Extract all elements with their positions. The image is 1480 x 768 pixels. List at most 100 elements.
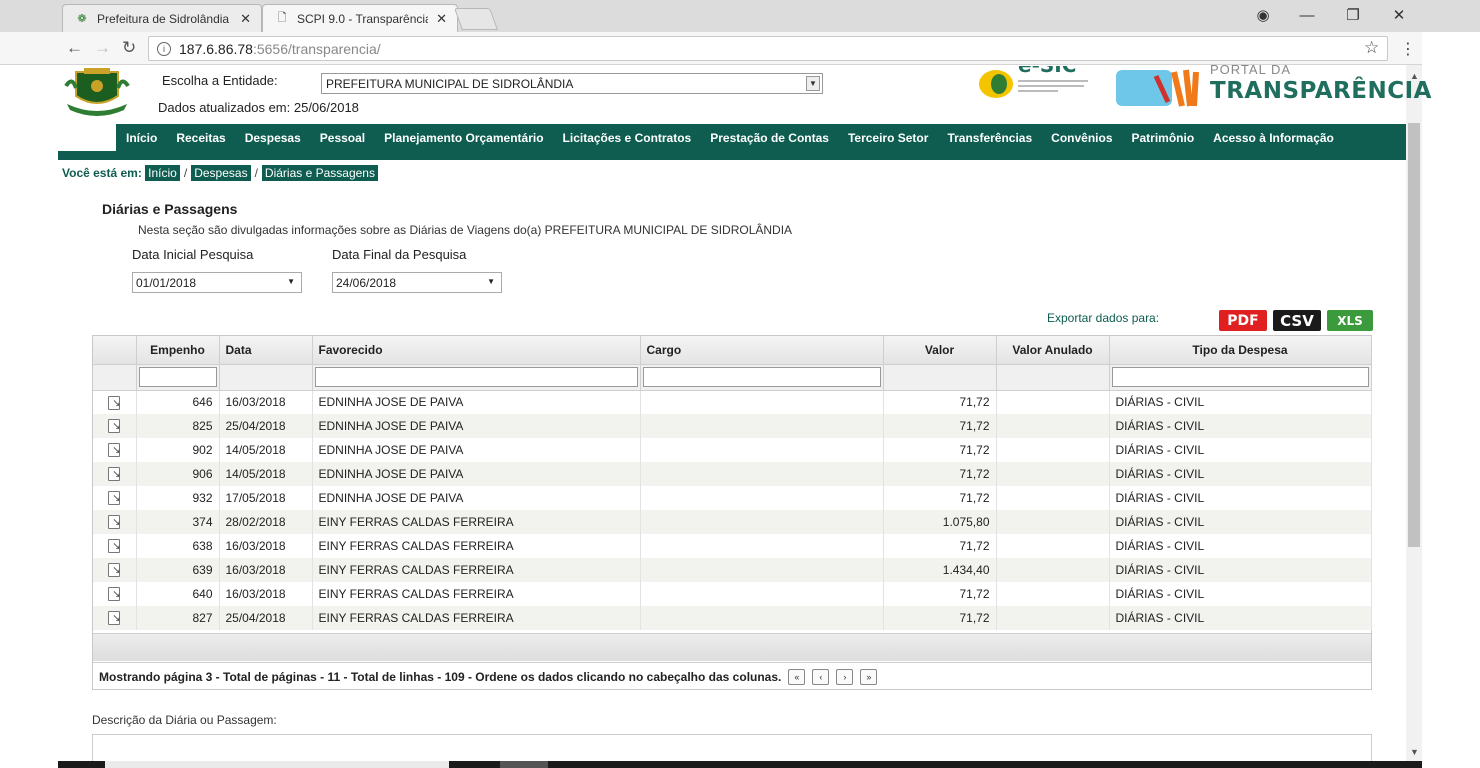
view-detail-icon[interactable] [108,515,121,530]
filter-empenho-input[interactable] [138,367,217,387]
cell-favorecido: EINY FERRAS CALDAS FERREIRA [312,606,641,630]
column-header-tipo-despesa[interactable]: Tipo da Despesa [1109,336,1372,365]
breadcrumb: Você está em: Início / Despesas / Diária… [62,165,378,181]
row-detail-cell [93,582,137,606]
table-row[interactable]: 93217/05/2018EDNINHA JOSE DE PAIVA 71,72 D… [93,486,1372,510]
taskbar-app-button[interactable] [500,761,548,768]
table-row[interactable]: 64016/03/2018EINY FERRAS CALDAS FERREIRA… [93,582,1372,606]
cell-valor: 71,72 [883,486,997,510]
breadcrumb-despesas[interactable]: Despesas [191,165,251,181]
row-detail-cell [93,414,137,438]
menu-item-inicio[interactable]: Início [126,131,157,145]
table-header-row: Empenho Data Favorecido Cargo Valor Valo… [93,336,1372,365]
menu-item-transferencias[interactable]: Transferências [947,131,1032,145]
taskbar-search-box[interactable] [105,761,449,768]
cell-data: 16/03/2018 [219,582,313,606]
tab-close-icon[interactable]: ✕ [436,11,447,27]
column-header-valor[interactable]: Valor [883,336,997,365]
url-path: /transparencia/ [288,40,381,57]
browser-tab-scpi[interactable]: 🗋 SCPI 9.0 - Transparência ✕ [262,4,458,32]
filter-cargo-input[interactable] [642,367,881,387]
minimize-button[interactable]: — [1284,0,1330,30]
column-header-cargo[interactable]: Cargo [640,336,884,365]
table-row[interactable]: 82725/04/2018EINY FERRAS CALDAS FERREIRA… [93,606,1372,630]
filter-favorecido-input[interactable] [314,367,638,387]
entity-select[interactable]: PREFEITURA MUNICIPAL DE SIDROLÂNDIA ▼ [321,73,823,94]
account-icon[interactable]: ◉ [1240,0,1286,30]
close-window-button[interactable]: ✕ [1376,0,1422,30]
cell-valor: 1.434,40 [883,558,997,582]
back-arrow-icon[interactable]: ← [66,38,83,58]
view-detail-icon[interactable] [108,563,121,578]
menu-item-convenios[interactable]: Convênios [1051,131,1112,145]
menu-item-licitacoes[interactable]: Licitações e Contratos [563,131,692,145]
portal-transparencia-logo[interactable]: PORTAL DA TRANSPARÊNCIA [1116,62,1431,108]
menu-kebab-icon[interactable]: ⋮ [1400,39,1416,59]
forward-arrow-icon[interactable]: → [94,38,111,58]
scrollbar-thumb[interactable] [1408,123,1420,547]
restore-button[interactable]: ❐ [1330,0,1376,30]
table-row[interactable]: 82525/04/2018EDNINHA JOSE DE PAIVA 71,72 D… [93,414,1372,438]
breadcrumb-prefix: Você está em: [62,166,142,180]
column-header-valor-anulado[interactable]: Valor Anulado [996,336,1110,365]
menu-item-prestacao[interactable]: Prestação de Contas [710,131,829,145]
view-detail-icon[interactable] [108,443,121,458]
column-header-empenho[interactable]: Empenho [136,336,220,365]
menu-item-terceiro-setor[interactable]: Terceiro Setor [848,131,928,145]
cell-tipo-despesa: DIÁRIAS - CIVIL [1109,510,1372,534]
table-row[interactable]: 90214/05/2018EDNINHA JOSE DE PAIVA 71,72 D… [93,438,1372,462]
prev-page-button[interactable]: ‹ [812,668,830,685]
site-info-icon[interactable]: i [157,41,171,56]
menu-item-pessoal[interactable]: Pessoal [320,131,365,145]
table-row[interactable]: 64616/03/2018EDNINHA JOSE DE PAIVA 71,72 D… [93,390,1372,414]
reload-icon[interactable]: ↻ [122,38,136,58]
bookmark-star-icon[interactable]: ☆ [1364,38,1379,58]
table-row[interactable]: 63916/03/2018EINY FERRAS CALDAS FERREIRA… [93,558,1372,582]
view-detail-icon[interactable] [108,587,121,602]
menu-item-planejamento[interactable]: Planejamento Orçamentário [384,131,543,145]
cell-valor-anulado [996,510,1110,534]
table-row[interactable]: 37428/02/2018EINY FERRAS CALDAS FERREIRA… [93,510,1372,534]
table-row[interactable]: 63816/03/2018EINY FERRAS CALDAS FERREIRA… [93,534,1372,558]
first-page-button[interactable]: « [788,668,806,685]
column-header-favorecido[interactable]: Favorecido [312,336,641,365]
browser-tab-prefeitura[interactable]: ❁ Prefeitura de Sidrolândia ✕ [62,4,262,32]
breadcrumb-inicio[interactable]: Início [145,165,180,181]
column-header-data[interactable]: Data [219,336,313,365]
scroll-down-icon[interactable]: ▼ [1410,747,1419,757]
breadcrumb-diarias[interactable]: Diárias e Passagens [261,165,378,181]
cell-empenho: 639 [136,558,220,582]
view-detail-icon[interactable] [108,491,121,506]
date-end-select[interactable]: 24/06/2018 ▼ [332,272,502,293]
cell-tipo-despesa: DIÁRIAS - CIVIL [1109,606,1372,630]
view-detail-icon[interactable] [108,611,121,626]
tab-close-icon[interactable]: ✕ [240,11,251,27]
url-input[interactable]: i 187.6.86.78:5656/transparencia/ [148,36,1388,61]
view-detail-icon[interactable] [108,419,121,434]
view-detail-icon[interactable] [108,539,121,554]
menu-item-acesso[interactable]: Acesso à Informação [1213,131,1334,145]
menu-item-despesas[interactable]: Despesas [245,131,301,145]
cell-cargo [640,510,884,534]
filter-tipo-input[interactable] [1111,367,1369,387]
last-page-button[interactable]: » [860,668,878,685]
view-detail-icon[interactable] [108,467,121,482]
page-scrollbar[interactable]: ▲ ▼ [1406,65,1422,761]
next-page-button[interactable]: › [836,668,854,685]
cell-cargo [640,414,884,438]
cell-valor: 71,72 [883,606,997,630]
export-csv-button[interactable]: CSV [1273,310,1321,331]
cell-cargo [640,462,884,486]
menu-item-patrimonio[interactable]: Patrimônio [1132,131,1195,145]
main-menu: Início Receitas Despesas Pessoal Planeja… [58,124,1406,160]
new-tab-button[interactable] [453,8,499,30]
export-pdf-button[interactable]: PDF [1219,310,1267,331]
table-row[interactable]: 90614/05/2018EDNINHA JOSE DE PAIVA 71,72 D… [93,462,1372,486]
menu-item-receitas[interactable]: Receitas [176,131,225,145]
export-xls-button[interactable]: XLS [1327,310,1373,331]
cell-empenho: 906 [136,462,220,486]
view-detail-icon[interactable] [108,395,121,410]
date-start-select[interactable]: 01/01/2018 ▼ [132,272,302,293]
cell-empenho: 646 [136,390,220,414]
esic-logo[interactable]: e-SIC [978,66,1096,98]
